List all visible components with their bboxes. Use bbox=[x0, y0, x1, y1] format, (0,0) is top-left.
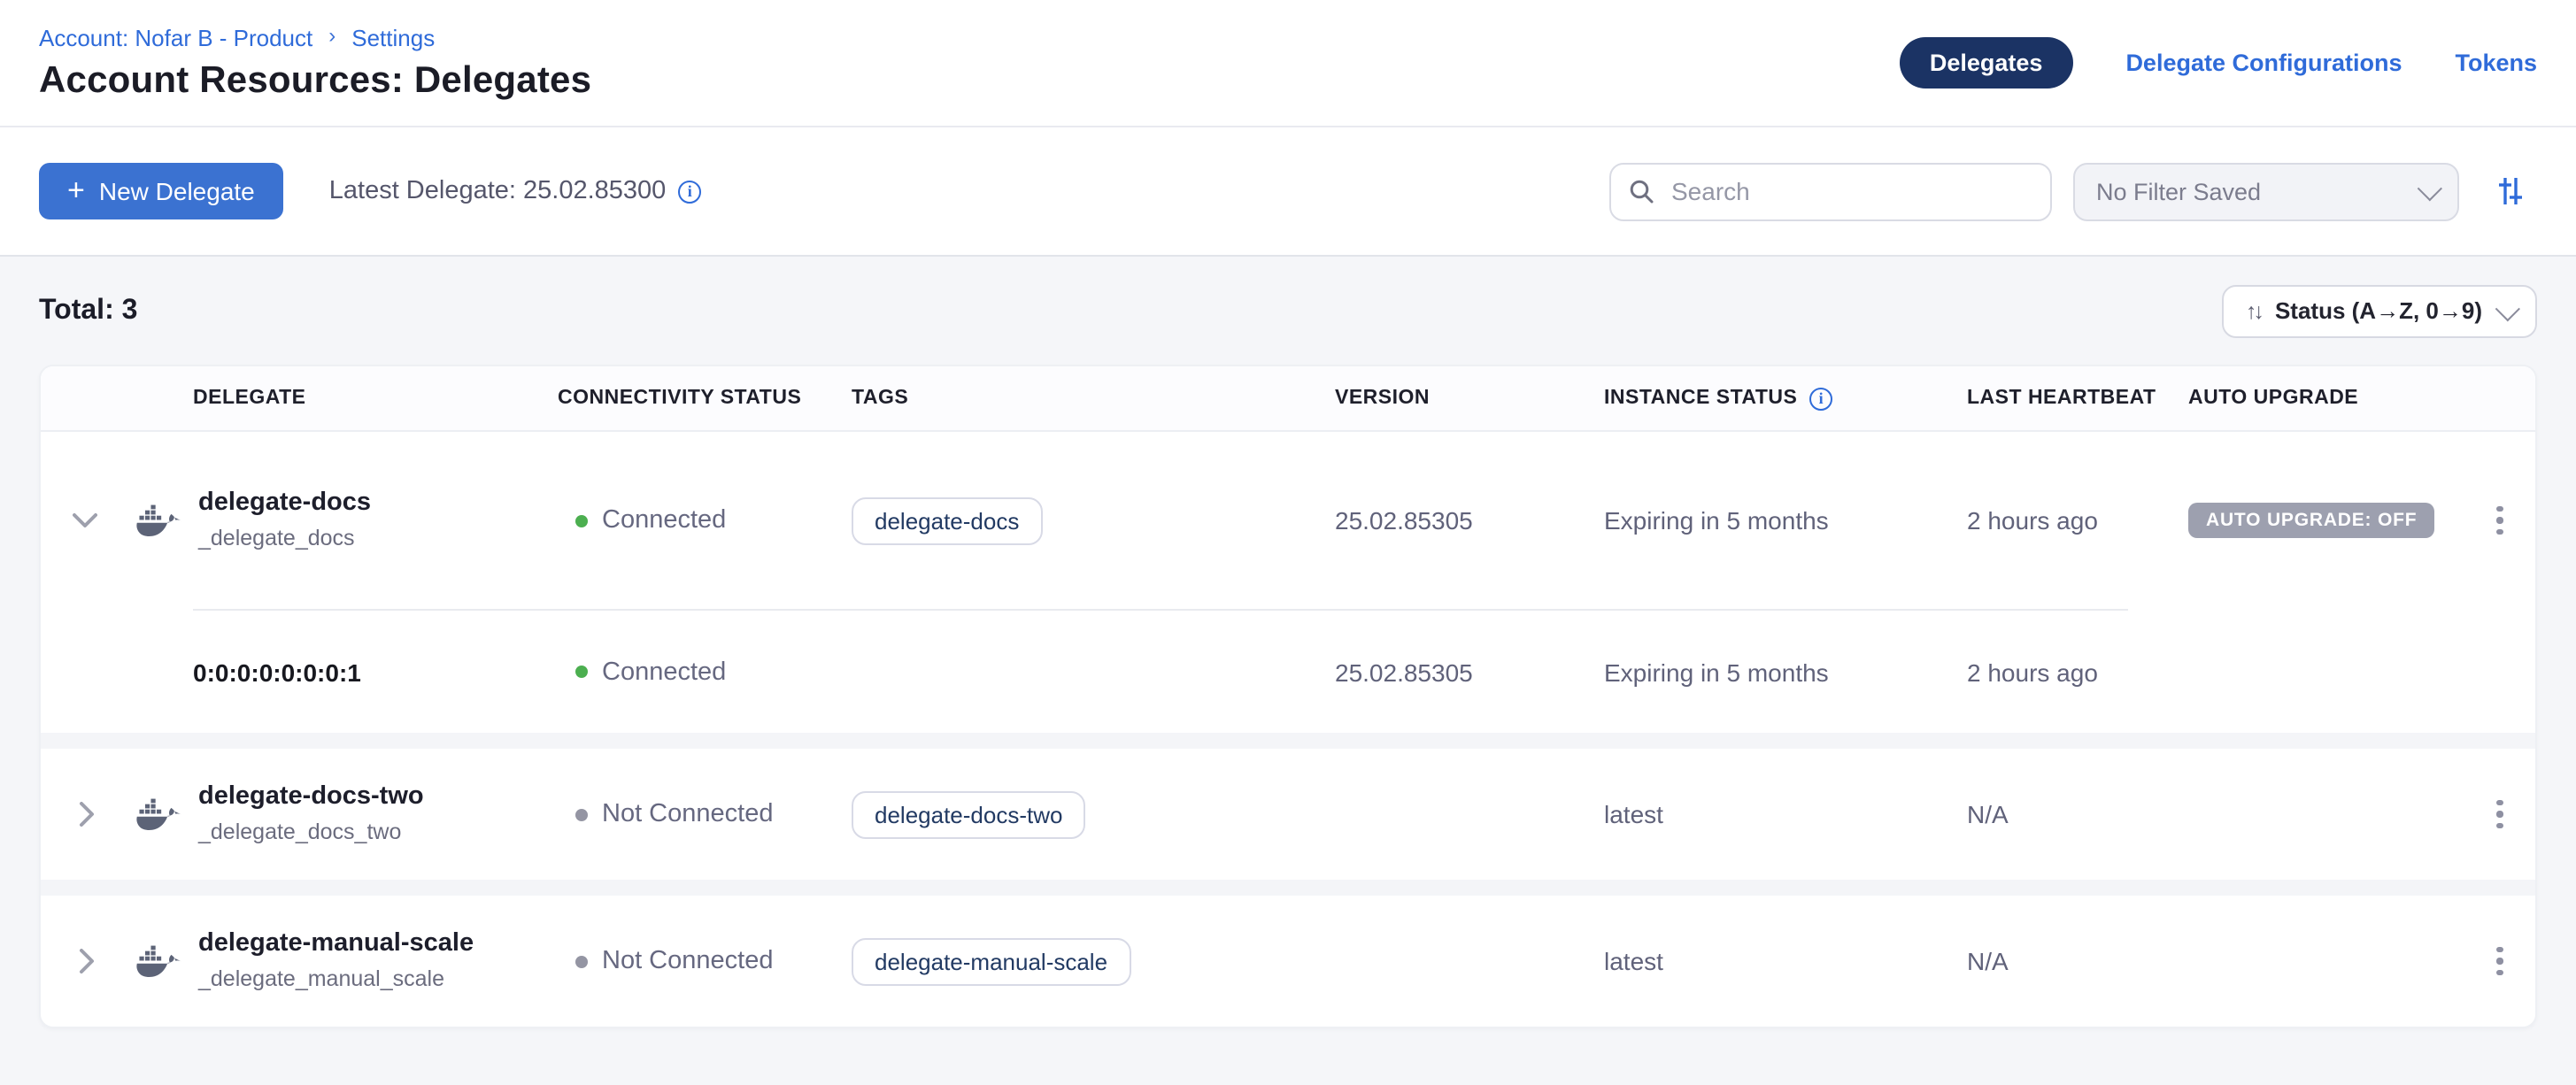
chevron-down-icon bbox=[2495, 296, 2520, 320]
delegates-table: DELEGATE CONNECTIVITY STATUS TAGS VERSIO… bbox=[39, 365, 2537, 1028]
chevron-right-icon bbox=[74, 949, 96, 973]
toolbar: + New Delegate Latest Delegate: 25.02.85… bbox=[0, 127, 2576, 257]
row-separator bbox=[41, 880, 2535, 896]
sort-dropdown-label: Status (A→Z, 0→9) bbox=[2275, 297, 2482, 324]
filter-panel-button[interactable] bbox=[2484, 165, 2537, 218]
tag-chip: delegate-docs-two bbox=[852, 790, 1085, 838]
last-heartbeat-value: N/A bbox=[1967, 800, 2188, 828]
col-header-delegate: DELEGATE bbox=[129, 388, 558, 409]
delegate-row-group: delegate-docs _delegate_docs Connected d… bbox=[41, 432, 2535, 733]
expand-row-button[interactable] bbox=[41, 949, 129, 973]
page-header: Account: Nofar B - Product › Settings Ac… bbox=[0, 0, 2576, 127]
breadcrumb-settings-link[interactable]: Settings bbox=[351, 24, 435, 50]
tag-chip: delegate-docs bbox=[852, 496, 1042, 544]
search-input[interactable] bbox=[1668, 175, 2032, 207]
search-icon bbox=[1629, 179, 1654, 204]
new-delegate-button[interactable]: + New Delegate bbox=[39, 163, 283, 219]
chevron-down-icon bbox=[73, 510, 97, 531]
connected-dot-icon bbox=[575, 514, 588, 527]
latest-delegate-version: Latest Delegate: 25.02.85300 i bbox=[329, 177, 702, 205]
version-value: 25.02.85305 bbox=[1335, 506, 1604, 535]
breadcrumb: Account: Nofar B - Product › Settings bbox=[39, 24, 591, 50]
delegate-name[interactable]: delegate-docs-two bbox=[198, 781, 424, 815]
auto-upgrade-badge: AUTO UPGRADE: OFF bbox=[2188, 503, 2434, 538]
filter-sliders-icon bbox=[2495, 175, 2526, 207]
tab-delegates[interactable]: Delegates bbox=[1900, 37, 2073, 88]
total-count-label: Total: 3 bbox=[39, 295, 137, 327]
chevron-right-icon bbox=[74, 802, 96, 827]
docker-icon bbox=[136, 797, 182, 831]
row-menu-button[interactable] bbox=[2487, 936, 2514, 987]
header-tabs: Delegates Delegate Configurations Tokens bbox=[1900, 37, 2537, 88]
new-delegate-button-label: New Delegate bbox=[99, 177, 255, 205]
instance-status-value: latest bbox=[1604, 800, 1967, 828]
version-value: 25.02.85305 bbox=[1335, 658, 1604, 686]
row-menu-button[interactable] bbox=[2487, 496, 2514, 546]
row-menu-button[interactable] bbox=[2487, 789, 2514, 840]
delegate-identifier: _delegate_docs_two bbox=[198, 815, 424, 847]
instance-status-value: Expiring in 5 months bbox=[1604, 658, 1967, 686]
table-row[interactable]: delegate-docs _delegate_docs Connected d… bbox=[41, 432, 2535, 609]
sort-arrows-icon: ↑↓ bbox=[2246, 298, 2261, 323]
col-header-version: VERSION bbox=[1335, 388, 1604, 409]
breadcrumb-separator-icon: › bbox=[328, 23, 335, 48]
delegate-name[interactable]: delegate-docs bbox=[198, 487, 371, 521]
connectivity-status: Connected bbox=[558, 658, 852, 686]
delegate-identifier: _delegate_docs bbox=[198, 521, 371, 553]
info-icon[interactable]: i bbox=[1809, 387, 1832, 410]
breadcrumb-account-link[interactable]: Account: Nofar B - Product bbox=[39, 24, 312, 50]
last-heartbeat-value: N/A bbox=[1967, 947, 2188, 975]
row-separator bbox=[41, 733, 2535, 749]
sort-dropdown[interactable]: ↑↓ Status (A→Z, 0→9) bbox=[2223, 284, 2537, 337]
chevron-down-icon bbox=[2418, 176, 2442, 201]
connected-dot-icon bbox=[575, 666, 588, 678]
tab-delegate-configurations[interactable]: Delegate Configurations bbox=[2125, 50, 2402, 76]
not-connected-dot-icon bbox=[575, 808, 588, 820]
docker-icon bbox=[136, 504, 182, 537]
delegate-instance-row: 0:0:0:0:0:0:0:1 Connected 25.02.85305 Ex… bbox=[41, 611, 2535, 733]
info-icon[interactable]: i bbox=[678, 180, 701, 203]
tag-chip: delegate-manual-scale bbox=[852, 937, 1130, 985]
col-header-tags: TAGS bbox=[852, 388, 1335, 409]
table-header-row: DELEGATE CONNECTIVITY STATUS TAGS VERSIO… bbox=[41, 366, 2535, 432]
collapse-row-button[interactable] bbox=[41, 510, 129, 531]
tab-tokens[interactable]: Tokens bbox=[2455, 50, 2537, 76]
connectivity-status: Connected bbox=[558, 506, 852, 535]
col-header-connectivity-status: CONNECTIVITY STATUS bbox=[558, 388, 852, 409]
instance-host: 0:0:0:0:0:0:0:1 bbox=[129, 658, 558, 686]
page-title: Account Resources: Delegates bbox=[39, 59, 591, 102]
delegate-identifier: _delegate_manual_scale bbox=[198, 962, 474, 994]
delegate-name[interactable]: delegate-manual-scale bbox=[198, 927, 474, 962]
expand-row-button[interactable] bbox=[41, 802, 129, 827]
col-header-instance-status: INSTANCE STATUS i bbox=[1604, 387, 1967, 410]
last-heartbeat-value: 2 hours ago bbox=[1967, 506, 2188, 535]
table-row[interactable]: delegate-docs-two _delegate_docs_two Not… bbox=[41, 749, 2535, 880]
table-row[interactable]: delegate-manual-scale _delegate_manual_s… bbox=[41, 896, 2535, 1027]
not-connected-dot-icon bbox=[575, 955, 588, 967]
saved-filter-select[interactable]: No Filter Saved bbox=[2073, 162, 2459, 220]
saved-filter-value: No Filter Saved bbox=[2096, 178, 2261, 204]
plus-icon: + bbox=[67, 174, 85, 204]
col-header-auto-upgrade: AUTO UPGRADE bbox=[2188, 388, 2440, 409]
content-area: Total: 3 ↑↓ Status (A→Z, 0→9) DELEGATE C… bbox=[0, 257, 2576, 1028]
search-box bbox=[1609, 162, 2052, 220]
col-header-last-heartbeat: LAST HEARTBEAT bbox=[1967, 388, 2188, 409]
connectivity-status: Not Connected bbox=[558, 947, 852, 975]
delegates-page: Account: Nofar B - Product › Settings Ac… bbox=[0, 0, 2576, 1085]
instance-status-value: latest bbox=[1604, 947, 1967, 975]
instance-status-value: Expiring in 5 months bbox=[1604, 506, 1967, 535]
last-heartbeat-value: 2 hours ago bbox=[1967, 658, 2188, 686]
docker-icon bbox=[136, 944, 182, 978]
latest-delegate-label: Latest Delegate: 25.02.85300 bbox=[329, 177, 667, 205]
connectivity-status: Not Connected bbox=[558, 800, 852, 828]
